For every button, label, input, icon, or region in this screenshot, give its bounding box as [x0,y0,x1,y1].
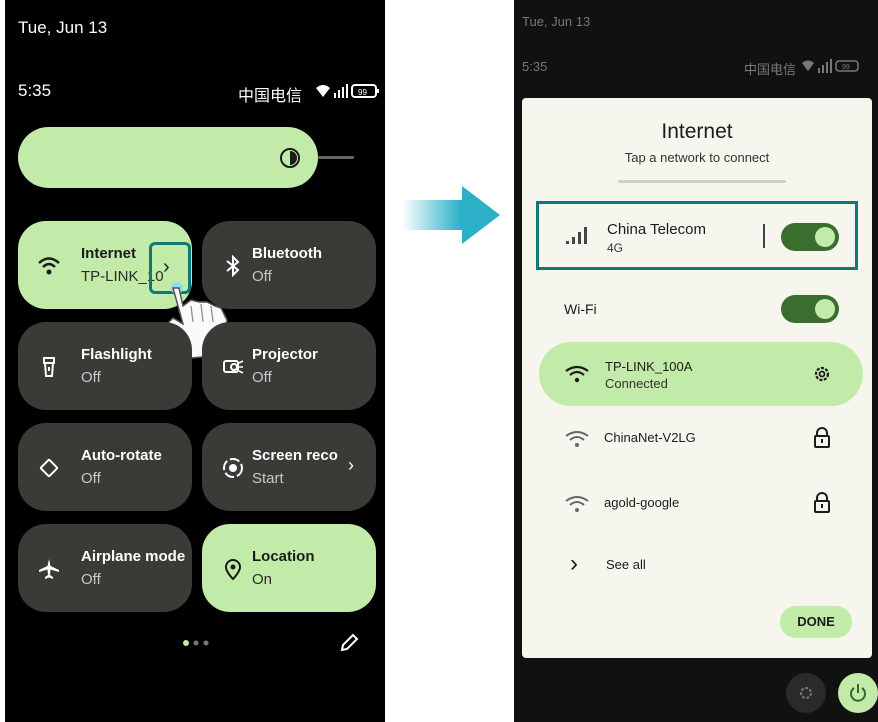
wifi-toggle[interactable] [781,295,839,323]
network-status: Connected [605,376,668,391]
tile-projector[interactable]: Projector Off [202,322,376,410]
tile-sub: On [252,571,273,588]
carrier-text: 中国电信 [238,88,303,105]
tile-airplane-mode[interactable]: Airplane mode Off [18,524,192,612]
wifi-network-item[interactable]: ChinaNet-V2LG [538,408,862,468]
tile-label: Bluetooth [252,245,322,262]
cellular-signal-icon [566,227,587,244]
gear-icon[interactable] [811,363,833,385]
dialog-title: Internet [661,120,733,143]
see-all-row[interactable]: › See all [538,535,862,595]
tile-label: Internet [81,245,137,262]
bluetooth-icon [226,255,240,277]
network-name: ChinaNet-V2LG [604,430,696,445]
dialog-divider [618,180,786,183]
carrier-text: 中国电信 [744,62,797,77]
wifi-network-item[interactable]: agold-google [538,473,862,533]
row-divider [763,224,765,248]
wifi-icon [565,365,589,383]
quick-settings-screen: Tue, Jun 13 5:35 中国电信 99 Internet TP-LIN… [5,0,385,722]
mobile-network-row[interactable]: China Telecom 4G [536,201,858,270]
airplane-icon [39,559,59,579]
date-text: Tue, Jun 13 [18,18,108,37]
transition-arrow-icon [402,186,500,244]
internet-dialog: Internet Tap a network to connect China … [522,98,872,658]
brightness-track [318,156,354,159]
chevron-right-icon: › [163,256,170,278]
wifi-icon [565,431,589,447]
page-indicator [183,640,209,646]
battery-level: 99 [358,88,367,97]
tile-label: Airplane mode [81,548,186,565]
brightness-icon [280,148,300,168]
status-icons: 99 [316,84,379,98]
edit-pencil-icon[interactable] [338,632,360,654]
see-all-label: See all [606,557,646,572]
dialog-subtitle: Tap a network to connect [624,150,770,165]
location-icon [224,558,242,580]
mobile-data-toggle[interactable] [781,223,839,251]
network-name: agold-google [604,495,680,510]
internet-dialog-screen: Tue, Jun 13 5:35 中国电信 99 Internet Tap a … [514,0,878,722]
date-text: Tue, Jun 13 [522,14,591,29]
lock-icon [814,427,830,448]
wifi-icon [565,496,589,512]
mobile-network-name: China Telecom [607,221,706,238]
time-text: 5:35 [18,81,52,100]
auto-rotate-icon [39,458,59,478]
tile-sub: Off [81,571,101,588]
tile-sub: Off [81,470,101,487]
battery-level: 99 [842,64,850,71]
tile-label: Projector [252,346,318,363]
gear-icon [800,687,812,699]
tile-screen-record[interactable]: Screen reco Start › [202,423,376,511]
tile-label: Screen reco [252,447,338,464]
tile-label: Location [252,548,315,565]
done-button[interactable]: DONE [780,606,852,638]
tile-sub: Start [252,470,284,487]
chevron-right-icon: › [348,455,354,475]
wifi-network-connected[interactable]: TP-LINK_100A Connected [539,342,863,406]
tile-label: Auto-rotate [81,447,162,464]
power-button[interactable] [838,673,878,713]
tile-sub: Off [81,369,101,386]
network-name: TP-LINK_100A [605,359,693,374]
lock-icon [814,492,830,513]
tile-bluetooth[interactable]: Bluetooth Off [202,221,376,309]
tile-location[interactable]: Location On [202,524,376,612]
projector-icon [223,360,244,374]
screen-record-icon [223,458,243,478]
settings-button[interactable] [786,673,826,713]
tile-flashlight[interactable]: Flashlight Off [18,322,192,410]
wifi-label: Wi-Fi [564,301,597,317]
chevron-right-icon: › [570,550,578,577]
tile-label: Flashlight [81,346,152,363]
flashlight-icon [43,357,55,377]
tile-sub: Off [252,268,272,285]
mobile-network-type: 4G [607,241,624,255]
tile-sub: Off [252,369,272,386]
brightness-slider[interactable] [18,127,318,188]
power-icon [850,684,866,702]
status-icons: 99 [802,59,859,73]
tile-auto-rotate[interactable]: Auto-rotate Off [18,423,192,511]
wifi-icon [38,257,60,275]
time-text: 5:35 [522,59,548,74]
